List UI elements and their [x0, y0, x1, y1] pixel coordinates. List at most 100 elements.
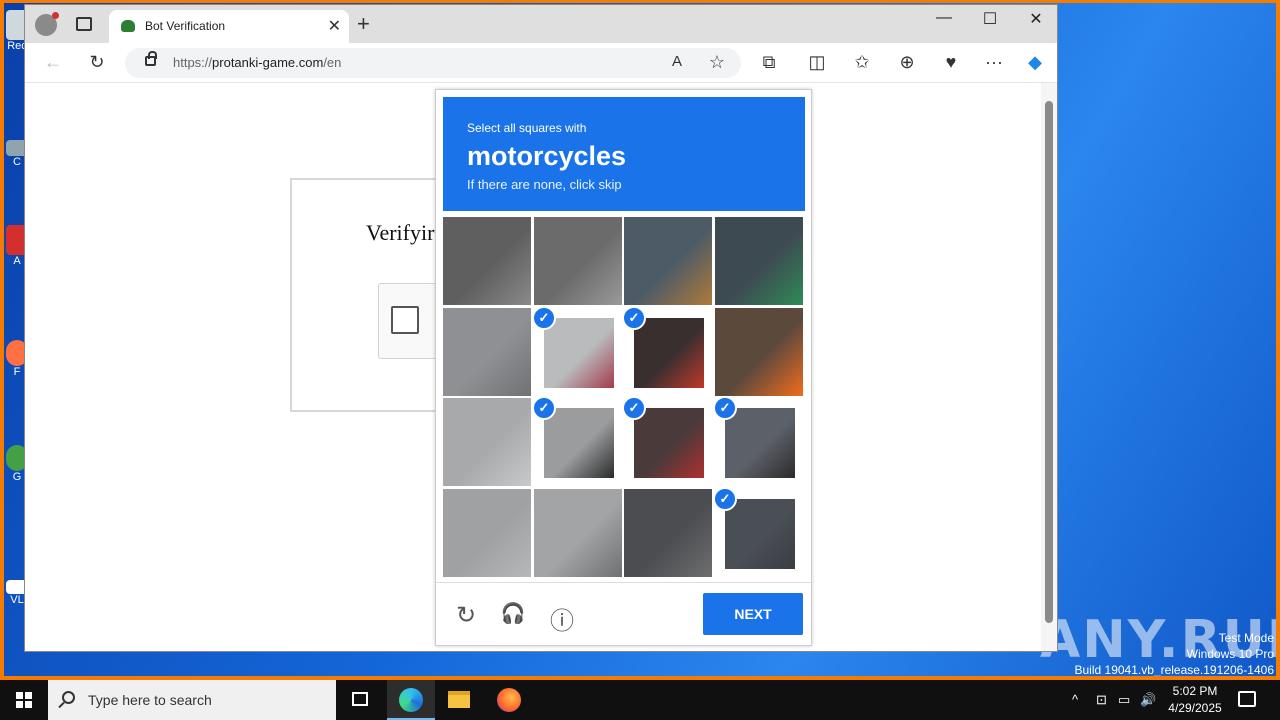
info-icon[interactable]: ⓘ	[548, 601, 576, 636]
tile-image	[634, 318, 704, 388]
tile-image	[624, 489, 712, 577]
tab-title: Bot Verification	[145, 19, 226, 33]
captcha-tile[interactable]	[534, 217, 622, 305]
volume-icon[interactable]: 🔊	[1140, 692, 1156, 708]
tile-image	[443, 489, 531, 577]
back-button[interactable]: ←	[41, 52, 65, 73]
taskbar-firefox[interactable]	[485, 680, 533, 720]
tile-image	[715, 308, 803, 396]
captcha-tile[interactable]: ✓	[715, 489, 803, 577]
tab-bar: Bot Verification ✕ + — ☐ ✕	[25, 5, 1057, 43]
favorites-icon[interactable]: ✩	[850, 52, 874, 73]
minimize-button[interactable]: —	[929, 9, 959, 27]
more-menu-icon[interactable]: ···	[982, 52, 1006, 73]
extensions-icon[interactable]: ⧉	[757, 52, 781, 73]
taskbar-file-explorer[interactable]	[435, 680, 483, 720]
tank-favicon-icon	[121, 20, 135, 32]
tile-image	[534, 489, 622, 577]
captcha-grid: ✓ ✓ ✓ ✓ ✓ ✓	[443, 217, 805, 577]
network-icon[interactable]: ▭	[1118, 692, 1130, 708]
browser-essentials-icon[interactable]: ♥	[939, 52, 963, 73]
address-bar[interactable]: https://protanki-game.com/en A ☆	[125, 48, 741, 78]
captcha-checkbox[interactable]	[391, 306, 419, 334]
captcha-tile[interactable]	[443, 217, 531, 305]
taskbar: Type here to search ^ ⊡ ▭ 🔊 5:02 PM 4/29…	[0, 680, 1280, 720]
captcha-tile[interactable]	[443, 489, 531, 577]
url-text: https://protanki-game.com/en	[173, 55, 341, 70]
captcha-tile[interactable]	[534, 489, 622, 577]
device-icon[interactable]: ⊡	[1096, 692, 1107, 708]
read-aloud-icon[interactable]: A	[665, 53, 689, 70]
firefox-icon	[497, 688, 521, 712]
audio-challenge-icon[interactable]: 🎧	[499, 601, 527, 626]
start-button[interactable]	[0, 680, 48, 720]
tab-close-icon[interactable]: ✕	[328, 16, 341, 36]
captcha-tile[interactable]	[443, 398, 531, 486]
close-window-button[interactable]: ✕	[1021, 9, 1051, 29]
new-tab-button[interactable]: +	[357, 11, 370, 37]
reload-icon[interactable]: ↻	[452, 601, 480, 630]
collections-icon[interactable]: ⊕	[895, 52, 919, 73]
captcha-tile[interactable]	[715, 308, 803, 396]
scroll-thumb[interactable]	[1045, 101, 1053, 623]
task-view-icon	[352, 692, 368, 706]
tile-image	[443, 217, 531, 305]
url-host: protanki-game.com	[212, 55, 324, 70]
edge-icon	[399, 688, 423, 712]
url-scheme: https://	[173, 55, 213, 70]
tile-image	[443, 308, 531, 396]
copilot-icon[interactable]: ◆	[1023, 52, 1047, 73]
tab-bot-verification[interactable]: Bot Verification ✕	[109, 10, 349, 43]
tile-image	[624, 217, 712, 305]
verify-title: Verifyir	[366, 220, 435, 245]
url-path: /en	[323, 55, 342, 70]
captcha-tile[interactable]: ✓	[624, 308, 712, 396]
captcha-footer: ↻ 🎧 ⓘ NEXT	[436, 582, 811, 646]
desktop-icon-label: VL	[10, 594, 24, 606]
tile-image	[443, 398, 531, 486]
next-button[interactable]: NEXT	[703, 593, 803, 635]
captcha-tile[interactable]	[624, 217, 712, 305]
task-view-button[interactable]	[336, 680, 384, 720]
captcha-challenge: Select all squares with motorcycles If t…	[435, 89, 812, 646]
folder-icon	[448, 691, 470, 708]
tile-image	[715, 217, 803, 305]
captcha-tile[interactable]	[443, 308, 531, 396]
captcha-tile[interactable]: ✓	[715, 398, 803, 486]
refresh-button[interactable]: ↻	[85, 52, 109, 73]
tile-image	[634, 408, 704, 478]
notification-dot	[52, 12, 59, 19]
captcha-tile[interactable]	[715, 217, 803, 305]
tile-image	[544, 318, 614, 388]
page-scrollbar[interactable]	[1041, 83, 1057, 651]
captcha-tile[interactable]	[624, 489, 712, 577]
taskbar-search[interactable]: Type here to search	[48, 680, 336, 720]
maximize-button[interactable]: ☐	[975, 9, 1005, 29]
notification-center-icon[interactable]	[1238, 691, 1256, 707]
desktop-icon-label: C	[13, 156, 21, 168]
desktop-icon-label: G	[12, 471, 22, 483]
show-hidden-icons-chevron[interactable]: ^	[1072, 692, 1078, 707]
tab-actions-icon[interactable]	[76, 17, 92, 31]
tile-image	[725, 499, 795, 569]
test-mode-line3: Build 19041.vb_release.191206-1406	[1074, 663, 1275, 677]
lock-icon[interactable]	[145, 51, 157, 66]
captcha-tile[interactable]: ✓	[624, 398, 712, 486]
captcha-target: motorcycles	[467, 141, 627, 171]
desktop-icon-label: A	[13, 255, 21, 267]
test-mode-line2: Windows 10 Pro	[1186, 647, 1274, 661]
test-mode-line1: Test Mode	[1218, 631, 1274, 645]
system-clock[interactable]: 5:02 PM 4/29/2025	[1160, 683, 1230, 717]
browser-toolbar: ← ↻ https://protanki-game.com/en A ☆ ⧉ ◫…	[25, 43, 1057, 83]
desktop-icon-label: F	[13, 366, 21, 378]
captcha-tile[interactable]: ✓	[534, 398, 622, 486]
tile-image	[534, 217, 622, 305]
favorite-star-icon[interactable]: ☆	[705, 52, 729, 73]
split-screen-icon[interactable]: ◫	[805, 52, 829, 73]
captcha-tile[interactable]: ✓	[534, 308, 622, 396]
clock-date: 4/29/2025	[1168, 701, 1222, 715]
clock-time: 5:02 PM	[1172, 684, 1218, 698]
captcha-hint: If there are none, click skip	[467, 177, 622, 192]
taskbar-edge[interactable]	[387, 680, 435, 720]
tile-image	[725, 408, 795, 478]
